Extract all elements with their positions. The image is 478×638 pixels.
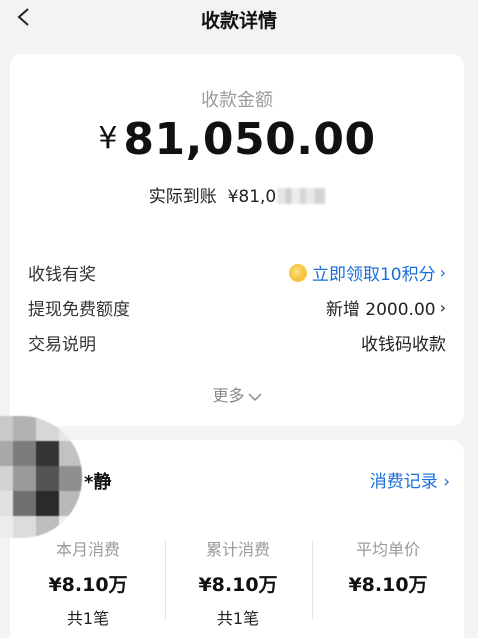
stat-label: 本月消费	[55, 540, 120, 559]
transaction-note-value: 收钱码收款	[361, 335, 446, 355]
free-withdraw-label: 提现免费额度	[28, 300, 130, 320]
claim-points-text: 立即领取10积分	[311, 265, 436, 285]
stat-average: 平均单价 ¥8.10万	[318, 536, 458, 605]
page-title: 收款详情	[200, 10, 277, 32]
reward-label: 收钱有奖	[28, 265, 96, 285]
reward-row[interactable]: 收钱有奖 立即领取10积分 ›	[28, 260, 446, 286]
received-value: ¥81,0	[227, 187, 277, 207]
claim-points-link[interactable]: 立即领取10积分 ›	[288, 260, 446, 285]
currency-symbol: ¥	[98, 121, 118, 156]
more-label: 更多	[212, 386, 245, 405]
divider	[165, 540, 166, 620]
stat-value: ¥8.10万	[48, 574, 128, 596]
received-label: 实际到账	[148, 187, 217, 207]
header: 收款详情	[0, 0, 478, 40]
masked-digits	[277, 188, 326, 204]
stat-count: 共1笔	[216, 609, 260, 628]
chevron-right-icon: ›	[443, 472, 450, 492]
payer-name: *静	[84, 472, 112, 493]
stat-value: ¥8.10万	[348, 574, 428, 596]
free-withdraw-text: 新增 2000.00	[325, 300, 436, 320]
stat-value: ¥8.10万	[198, 574, 278, 596]
stat-count: 共1笔	[66, 609, 110, 628]
transaction-note-label: 交易说明	[28, 335, 96, 355]
chevron-right-icon: ›	[439, 298, 446, 317]
amount-value: 81,050.00	[123, 114, 376, 165]
divider	[312, 540, 313, 620]
transaction-note-row: 交易说明 收钱码收款	[28, 330, 446, 356]
consumption-records-text: 消费记录	[369, 472, 438, 492]
chevron-right-icon: ›	[439, 263, 446, 282]
consumption-records-link[interactable]: 消费记录 ›	[370, 467, 450, 492]
stat-total: 累计消费 ¥8.10万 共1笔	[168, 536, 308, 629]
stat-label: 累计消费	[205, 540, 270, 559]
free-withdraw-row[interactable]: 提现免费额度 新增 2000.00 ›	[28, 295, 446, 321]
chevron-down-icon	[247, 393, 262, 402]
stat-label: 平均单价	[355, 540, 420, 559]
received-amount: 实际到账 ¥81,0	[10, 182, 464, 207]
payment-summary-card: 收款金额 ¥81,050.00 实际到账 ¥81,0 收钱有奖 立即领取10积分…	[10, 54, 464, 426]
amount-display: ¥81,050.00	[10, 114, 464, 165]
stat-monthly: 本月消费 ¥8.10万 共1笔	[18, 536, 158, 629]
free-withdraw-value[interactable]: 新增 2000.00 ›	[326, 295, 446, 320]
amount-label: 收款金额	[201, 90, 273, 111]
more-toggle[interactable]: 更多	[10, 382, 464, 406]
coin-icon	[288, 263, 307, 282]
